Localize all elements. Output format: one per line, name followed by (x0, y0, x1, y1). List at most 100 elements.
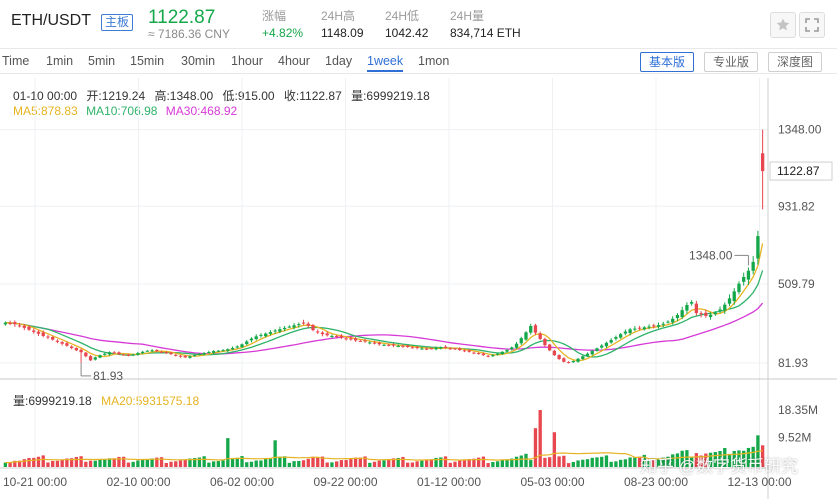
candle-body (183, 356, 187, 358)
candle-body (538, 333, 542, 339)
time-tick-label: 08-23 00:00 (624, 475, 688, 489)
volume-bar (3, 462, 8, 467)
volume-bar (316, 457, 320, 467)
volume-bar (420, 460, 424, 467)
candle-body (552, 350, 557, 356)
volume-bar (51, 460, 55, 467)
candle-body (590, 350, 594, 355)
candle-body (600, 345, 604, 348)
candle-body (240, 344, 244, 348)
volume-bar (84, 461, 88, 467)
volume-bar (169, 461, 173, 467)
candle-body (628, 329, 632, 334)
volume-bar (55, 460, 60, 467)
candle-body (311, 325, 315, 331)
volume-bar (145, 459, 150, 467)
price-tick-label: 1348.00 (778, 123, 822, 137)
candle-body (623, 331, 628, 334)
candle-body (391, 344, 396, 346)
high-annotation: 1348.00 (689, 248, 733, 262)
candle-body (372, 342, 377, 344)
volume-bar (46, 462, 50, 467)
candle-body (495, 353, 500, 355)
candle-body (486, 355, 490, 357)
volume-bar (249, 461, 254, 467)
volume-bar (495, 461, 500, 467)
volume-bar (600, 456, 604, 467)
candle-body (618, 334, 623, 338)
volume-bar (344, 459, 348, 467)
volume-bar (36, 456, 41, 467)
candle-body (235, 346, 239, 348)
candle-body (55, 340, 60, 342)
candle-body (51, 336, 55, 340)
candle-body (278, 329, 282, 332)
candle-body (178, 355, 183, 357)
volume-bar (439, 457, 443, 467)
candle-body (292, 325, 296, 328)
candle-body (60, 342, 64, 344)
candle-body (202, 352, 206, 355)
candle-body (282, 327, 287, 330)
volume-bar (372, 461, 377, 467)
price-tick-label: 81.93 (778, 356, 808, 370)
candle-body (723, 304, 727, 311)
candle-body (297, 324, 301, 326)
candle-body (249, 338, 254, 341)
volume-bar (164, 462, 168, 467)
volume-bar (254, 460, 258, 467)
candle-body (287, 326, 291, 328)
volume-bar (590, 457, 594, 467)
volume-bar (358, 457, 362, 467)
volume-bar (178, 460, 183, 467)
candle-body (429, 348, 433, 350)
time-tick-label: 01-12 00:00 (417, 475, 481, 489)
volume-bar (377, 460, 381, 467)
candle-body (609, 340, 613, 343)
candle-body (500, 351, 504, 355)
volume-bar (595, 457, 599, 467)
candle-body (689, 302, 694, 304)
candle-body (32, 330, 36, 332)
volume-bar (529, 460, 533, 467)
candle-body (159, 351, 164, 353)
candle-body (339, 335, 344, 338)
candle-body (344, 338, 348, 340)
candle-body (363, 340, 367, 342)
candle-body (704, 312, 708, 316)
volume-bar (264, 458, 268, 467)
candle-body (107, 352, 112, 355)
candle-body (150, 350, 154, 352)
volume-bar (415, 461, 419, 467)
volume-bar (245, 462, 249, 467)
candle-body (140, 351, 145, 353)
candle-body (221, 350, 225, 352)
volume-bar (505, 459, 509, 467)
candle-body (746, 270, 751, 280)
volume-bar (8, 462, 12, 467)
candle-body (699, 313, 703, 315)
volume-bar (614, 461, 618, 467)
candle-body (472, 352, 476, 354)
volume-bar (292, 461, 296, 467)
candle-body (155, 350, 159, 352)
candle-body (439, 347, 443, 349)
volume-bar (79, 456, 83, 467)
volume-bar (41, 455, 45, 467)
candle-body (675, 314, 680, 319)
candle-body (514, 343, 519, 348)
candle-body (188, 356, 192, 358)
candle-body (245, 341, 249, 345)
candle-body (164, 352, 168, 354)
candle-body (69, 346, 74, 348)
candle-body (273, 330, 277, 332)
volume-bar (221, 460, 225, 467)
volume-bar (174, 461, 178, 467)
candle-body (330, 335, 334, 337)
candle-body (642, 327, 646, 330)
candle-body (595, 348, 599, 351)
candle-body (694, 303, 699, 314)
candle-body (443, 346, 448, 348)
candle-body (547, 344, 552, 351)
price-chart[interactable]: 81.93 509.79 931.82 1348.00 1122.87 9.52M 18.3… (0, 0, 837, 499)
